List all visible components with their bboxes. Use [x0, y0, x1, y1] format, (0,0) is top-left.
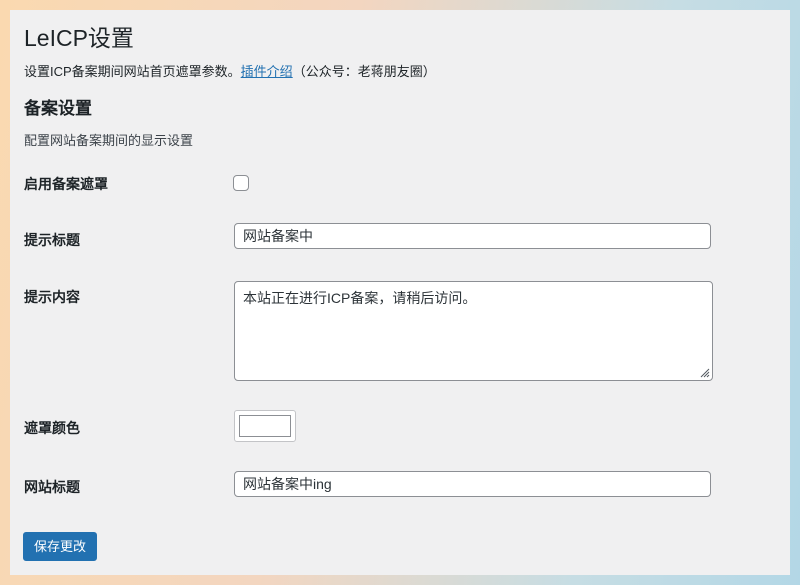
section-heading: 备案设置	[24, 99, 92, 118]
enable-mask-label: 启用备案遮罩	[24, 176, 108, 192]
prompt-content-label: 提示内容	[24, 289, 80, 305]
save-button[interactable]: 保存更改	[23, 532, 98, 561]
mask-color-swatch	[239, 415, 291, 437]
prompt-content-text: 本站正在进行ICP备案，请稍后访问。	[243, 290, 477, 306]
page-title: LeICP设置	[24, 25, 134, 51]
section-description: 配置网站备案期间的显示设置	[24, 133, 194, 148]
prompt-title-input[interactable]: 网站备案中	[234, 223, 711, 249]
prompt-content-textarea[interactable]: 本站正在进行ICP备案，请稍后访问。	[234, 281, 713, 381]
intro-description: 设置ICP备案期间网站首页遮罩参数。	[24, 64, 241, 79]
plugin-intro-link[interactable]: 插件介绍	[241, 64, 293, 79]
resize-grip-icon[interactable]	[700, 368, 710, 378]
intro-suffix: （公众号：老蒋朋友圈）	[292, 64, 436, 79]
site-title-label: 网站标题	[24, 479, 80, 495]
prompt-title-label: 提示标题	[24, 232, 80, 248]
site-title-input[interactable]: 网站备案中ing	[234, 471, 711, 497]
enable-mask-checkbox[interactable]	[233, 175, 249, 191]
intro-text: 设置ICP备案期间网站首页遮罩参数。插件介绍（公众号：老蒋朋友圈）	[24, 62, 436, 82]
mask-color-label: 遮罩颜色	[24, 420, 80, 436]
settings-panel: LeICP设置 设置ICP备案期间网站首页遮罩参数。插件介绍（公众号：老蒋朋友圈…	[10, 10, 790, 575]
mask-color-picker[interactable]	[234, 410, 296, 442]
